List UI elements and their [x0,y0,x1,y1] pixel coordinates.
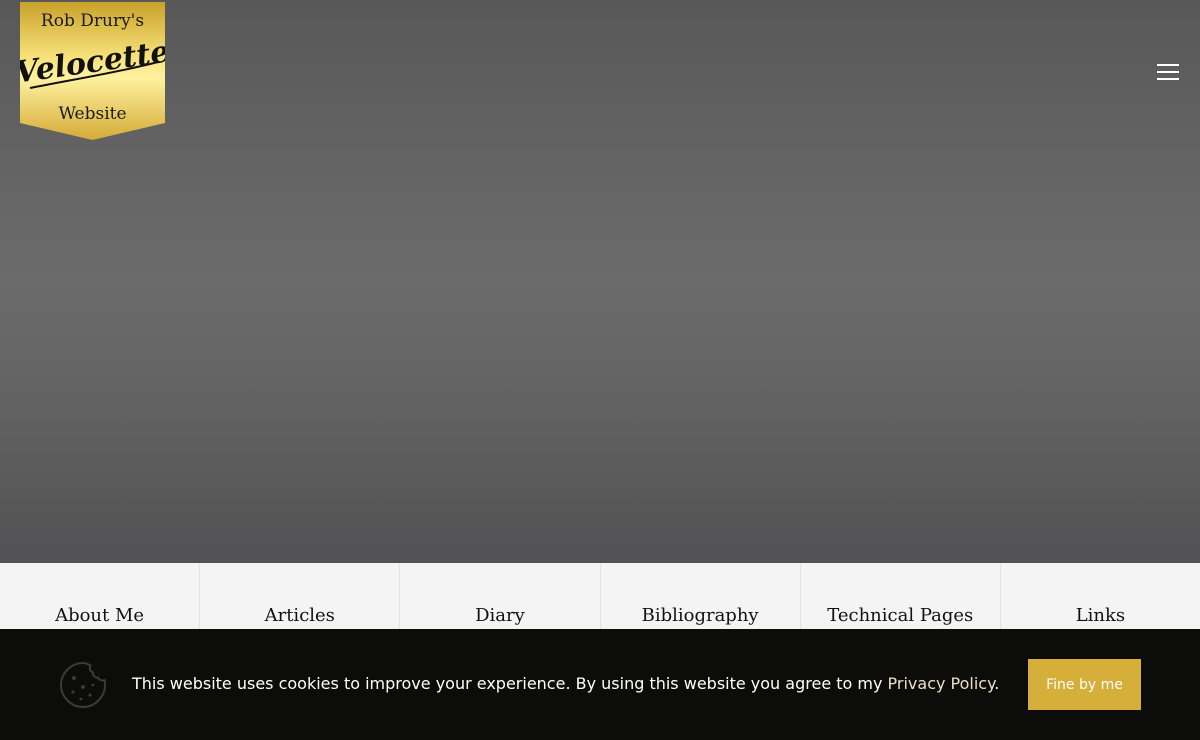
cookie-message-text: This website uses cookies to improve you… [132,674,888,693]
cookie-message-end: . [994,674,1000,693]
cookie-icon [59,661,107,709]
logo-line-1: Rob Drury's [41,11,144,31]
hero-banner: Rob Drury's Velocette Website [0,0,1200,563]
cookie-message: This website uses cookies to improve you… [132,674,999,693]
privacy-policy-link[interactable]: Privacy Policy [888,674,995,693]
logo-badge: Rob Drury's Velocette Website [20,2,165,140]
logo-line-3: Website [58,104,126,124]
site-logo[interactable]: Rob Drury's Velocette Website [20,2,165,140]
hamburger-menu-icon[interactable] [1150,58,1186,86]
cookie-consent-bar: This website uses cookies to improve you… [0,629,1200,740]
accept-cookies-button[interactable]: Fine by me [1028,659,1141,710]
